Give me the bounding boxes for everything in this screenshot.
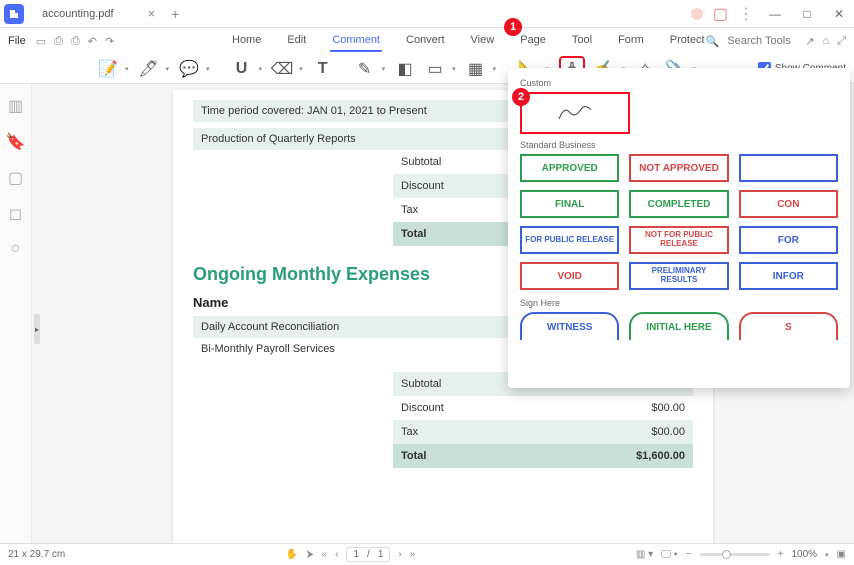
search-panel-icon[interactable]: ○ bbox=[11, 240, 21, 258]
area-tool[interactable]: ▦ bbox=[466, 60, 486, 78]
save-icon[interactable]: ⎙ bbox=[54, 35, 63, 48]
text-tool[interactable]: T bbox=[313, 60, 333, 78]
eraser-tool[interactable]: ◧ bbox=[395, 60, 415, 78]
tab-comment[interactable]: Comment bbox=[330, 30, 382, 52]
zoom-slider[interactable] bbox=[700, 553, 770, 556]
select-tool-icon[interactable]: ⮞ bbox=[306, 549, 313, 560]
stamp-s[interactable]: S bbox=[739, 312, 838, 340]
bookmark-icon[interactable]: 🔖 bbox=[6, 132, 26, 152]
share-icon[interactable]: ↗ bbox=[805, 35, 814, 48]
tab-label: accounting.pdf bbox=[42, 8, 114, 20]
first-page-icon[interactable]: « bbox=[322, 549, 328, 560]
undo-icon[interactable]: ↶ bbox=[88, 35, 97, 48]
tab-convert[interactable]: Convert bbox=[404, 30, 447, 52]
page-dimensions: 21 x 29.7 cm bbox=[8, 549, 65, 560]
pencil-tool[interactable]: ✎ bbox=[355, 60, 375, 78]
menu-bar: File ▭ ⎙ ⎙ ↶ ↷ Home Edit Comment Convert… bbox=[0, 28, 854, 54]
document-tab[interactable]: accounting.pdf × bbox=[32, 2, 165, 25]
zoom-value: 100% bbox=[791, 549, 817, 560]
underline-tool[interactable]: U bbox=[232, 60, 252, 78]
stamp-not-approved[interactable]: NOT APPROVED bbox=[629, 154, 728, 182]
stamp-infor[interactable]: INFOR bbox=[739, 262, 838, 290]
file-menu[interactable]: File bbox=[8, 35, 26, 47]
callout-2: 2 bbox=[512, 88, 530, 106]
stamp-final[interactable]: FINAL bbox=[520, 190, 619, 218]
stamp-completed[interactable]: COMPLETED bbox=[629, 190, 728, 218]
tab-protect[interactable]: Protect bbox=[668, 30, 707, 52]
tab-edit[interactable]: Edit bbox=[285, 30, 308, 52]
search-input[interactable] bbox=[727, 35, 797, 47]
callout-tool[interactable]: 💬 bbox=[179, 60, 199, 78]
title-bar: accounting.pdf × + ▢ ⋮ — □ ✕ bbox=[0, 0, 854, 28]
zoom-in-icon[interactable]: + bbox=[778, 549, 784, 560]
tab-page[interactable]: Page bbox=[518, 30, 548, 52]
fit-page-icon[interactable]: ▣ bbox=[837, 549, 846, 560]
stamp-public-release[interactable]: FOR PUBLIC RELEASE bbox=[520, 226, 619, 254]
close-tab-icon[interactable]: × bbox=[148, 6, 156, 21]
tax-row-2: Tax$00.00 bbox=[393, 420, 693, 444]
attachments-icon[interactable]: ◻ bbox=[9, 204, 22, 224]
prev-page-icon[interactable]: ‹ bbox=[335, 549, 338, 560]
stamp-con[interactable]: CON bbox=[739, 190, 838, 218]
callout-1: 1 bbox=[504, 18, 522, 36]
layers-icon[interactable]: ▢ bbox=[8, 168, 23, 188]
page-control[interactable]: 1/1 bbox=[346, 547, 390, 562]
sign-label: Sign Here bbox=[520, 298, 838, 308]
sign-grid: WITNESS INITIAL HERE S bbox=[520, 312, 838, 340]
search-icon[interactable]: 🔍 bbox=[706, 35, 720, 48]
last-page-icon[interactable]: » bbox=[410, 549, 416, 560]
total-row-2: Total$1,600.00 bbox=[393, 444, 693, 468]
stamp-initial[interactable]: INITIAL HERE bbox=[629, 312, 728, 340]
window-icon[interactable]: ▢ bbox=[713, 4, 728, 24]
stamp-approved[interactable]: APPROVED bbox=[520, 154, 619, 182]
stamp-partial[interactable] bbox=[739, 154, 838, 182]
display-mode-icon[interactable]: 🖵 ▾ bbox=[661, 549, 678, 560]
strike-tool[interactable]: ⌫ bbox=[272, 60, 292, 78]
view-mode-icon[interactable]: ▥ ▾ bbox=[636, 549, 653, 560]
zoom-out-icon[interactable]: − bbox=[686, 549, 692, 560]
shape-tool[interactable]: ▭ bbox=[425, 60, 445, 78]
menu-tabs: Home Edit Comment Convert View Page Tool… bbox=[230, 30, 707, 52]
next-page-icon[interactable]: › bbox=[398, 549, 401, 560]
redo-icon[interactable]: ↷ bbox=[105, 35, 114, 48]
tab-view[interactable]: View bbox=[469, 30, 497, 52]
hand-tool-icon[interactable]: ✋ bbox=[286, 549, 298, 560]
stamp-not-public[interactable]: NOT FOR PUBLIC RELEASE bbox=[629, 226, 728, 254]
custom-signature-stamp[interactable] bbox=[520, 92, 630, 134]
highlight-tool[interactable]: 🖊 bbox=[139, 60, 159, 78]
expand-handle[interactable]: ▸ bbox=[34, 314, 40, 344]
open-icon[interactable]: ▭ bbox=[36, 35, 46, 48]
thumbnails-icon[interactable]: ▥ bbox=[8, 96, 23, 116]
expand-icon[interactable]: ⤢ bbox=[837, 35, 846, 48]
stamp-for[interactable]: FOR bbox=[739, 226, 838, 254]
print-icon[interactable]: ⎙ bbox=[71, 35, 80, 48]
tab-tool[interactable]: Tool bbox=[570, 30, 594, 52]
add-tab-button[interactable]: + bbox=[171, 6, 179, 22]
stamp-panel: Custom Standard Business APPROVED NOT AP… bbox=[508, 68, 850, 388]
app-icon bbox=[4, 4, 24, 24]
tab-form[interactable]: Form bbox=[616, 30, 646, 52]
menu-dots-icon[interactable]: ⋮ bbox=[738, 4, 754, 24]
standard-label: Standard Business bbox=[520, 140, 838, 150]
stamp-void[interactable]: VOID bbox=[520, 262, 619, 290]
stamp-prelim[interactable]: PRELIMINARY RESULTS bbox=[629, 262, 728, 290]
custom-label: Custom bbox=[520, 78, 838, 88]
note-tool[interactable]: 📝 bbox=[98, 60, 118, 78]
stamp-grid: APPROVED NOT APPROVED FINAL COMPLETED CO… bbox=[520, 154, 838, 290]
minimize-button[interactable]: — bbox=[764, 3, 786, 25]
status-bar: 21 x 29.7 cm ✋ ⮞ « ‹ 1/1 › » ▥ ▾ 🖵 ▾ − +… bbox=[0, 543, 854, 565]
left-rail: ▥ 🔖 ▢ ◻ ○ bbox=[0, 84, 32, 543]
stamp-witness[interactable]: WITNESS bbox=[520, 312, 619, 340]
maximize-button[interactable]: □ bbox=[796, 3, 818, 25]
cloud-icon[interactable]: ⌂ bbox=[823, 35, 830, 47]
discount-row-2: Discount$00.00 bbox=[393, 396, 693, 420]
close-window-button[interactable]: ✕ bbox=[828, 3, 850, 25]
avatar-icon[interactable] bbox=[691, 8, 703, 20]
tab-home[interactable]: Home bbox=[230, 30, 263, 52]
